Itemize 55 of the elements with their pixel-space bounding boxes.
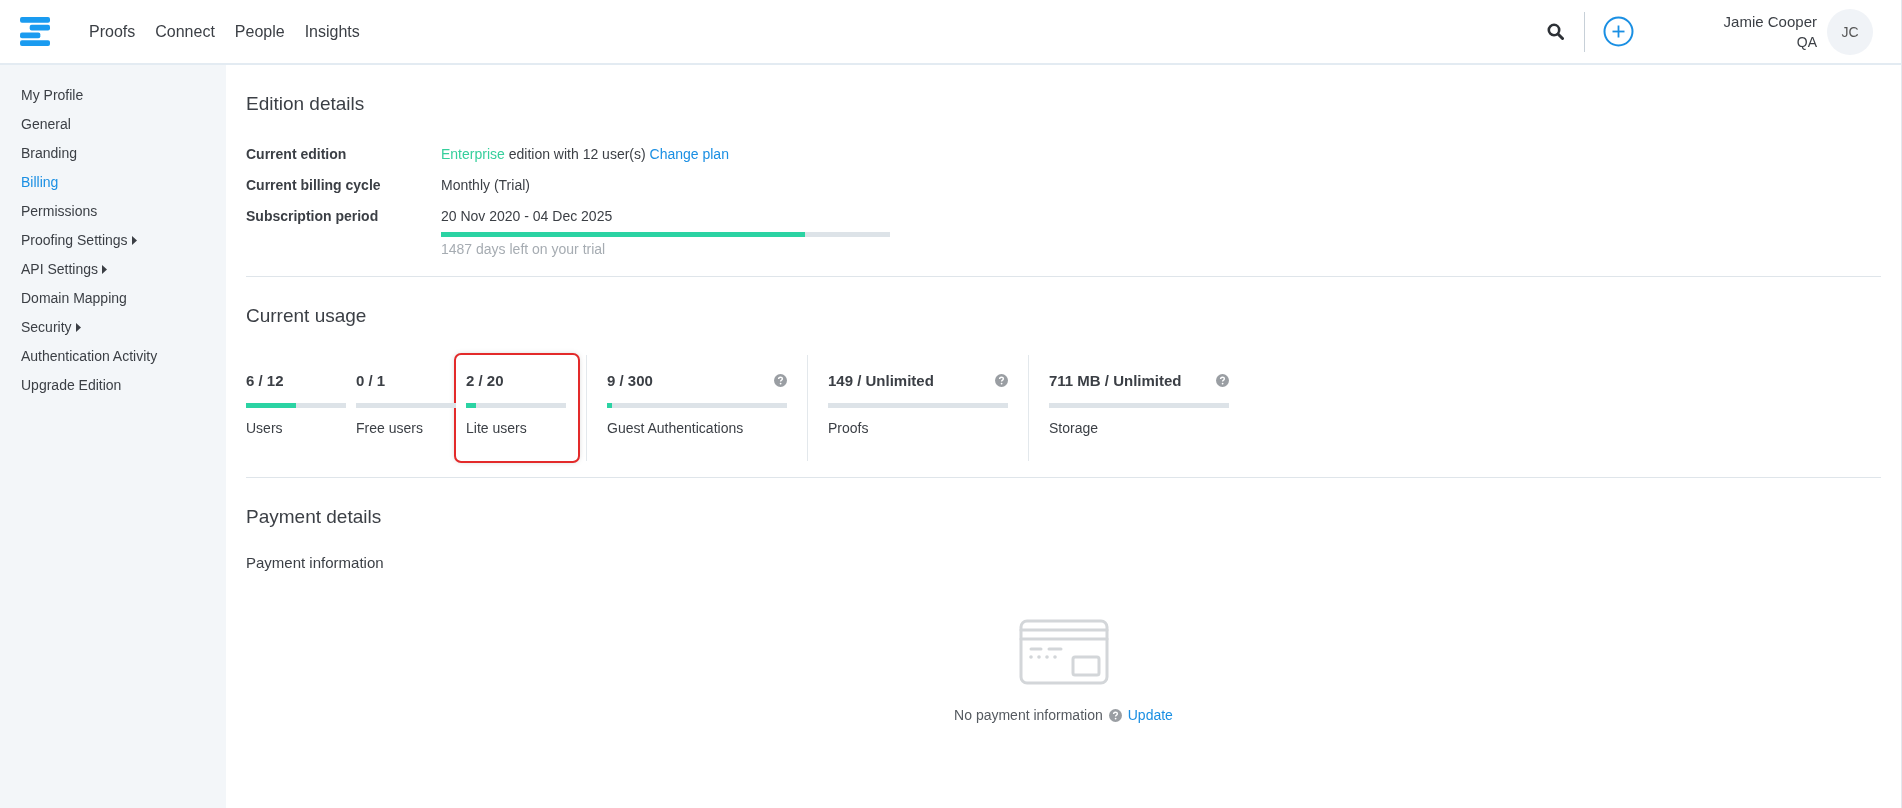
usage-label: Free users [356,420,424,436]
section-title: Current usage [246,304,368,328]
field-label: Current billing cycle [246,176,382,195]
sidebar-item[interactable]: My Profile [0,81,226,110]
credit-card-icon [1018,619,1109,685]
sidebar-item[interactable]: Upgrade Edition [0,371,226,400]
nav-link[interactable]: People [234,22,285,41]
user-avatar[interactable]: JC [1827,8,1873,55]
usage-value: 2 / 20 [466,371,504,389]
trial-caption: 1487 days left on your trial [441,240,607,259]
usage-value: 0 / 1 [356,371,386,389]
help-icon[interactable] [1216,373,1229,387]
sidebar-item[interactable]: Branding [0,139,226,168]
usage-label: Users [246,420,284,436]
sidebar-item[interactable]: Proofing Settings [0,226,226,255]
logo-icon[interactable] [20,17,51,46]
sidebar-item[interactable]: General [0,110,226,139]
usage-value: 711 MB / Unlimited [1049,371,1182,389]
usage-value: 149 / Unlimited [828,371,934,389]
field-label: Current edition [246,145,348,164]
sidebar-item[interactable]: Permissions [0,197,226,226]
usage-value: 6 / 12 [246,371,284,389]
sidebar-item[interactable]: Security [0,313,226,342]
help-icon[interactable] [1108,708,1122,722]
change-plan-link[interactable]: Change plan [649,146,729,162]
section-title: Payment details [246,505,383,529]
help-icon[interactable] [995,373,1008,387]
caret-icon [102,265,108,274]
usage-label: Lite users [466,420,528,436]
nav-link[interactable]: Proofs [89,22,136,41]
search-icon[interactable] [1546,23,1564,40]
caret-icon [75,323,81,332]
nav-link[interactable]: Insights [304,22,360,41]
field-label: Subscription period [246,207,380,226]
usage-label: Proofs [828,420,870,436]
section-title: Edition details [246,92,366,116]
caret-icon [131,236,137,245]
usage-value: 9 / 300 [607,371,653,389]
sidebar-item[interactable]: Domain Mapping [0,284,226,313]
section-subtitle: Payment information [246,554,385,571]
add-icon[interactable] [1602,16,1634,47]
user-name: Jamie Cooper [1723,11,1817,32]
edition-name: Enterprise [441,146,505,162]
field-value: edition with 12 user(s) [508,146,646,162]
field-value: 20 Nov 2020 - 04 Dec 2025 [441,208,613,224]
empty-message: No payment information [954,707,1103,723]
help-icon[interactable] [774,373,787,387]
usage-label: Guest Authentications [607,420,745,436]
nav-link[interactable]: Connect [155,22,215,41]
update-link[interactable]: Update [1127,707,1173,723]
field-value: Monthly (Trial) [441,177,530,193]
user-role: QA [1796,32,1817,52]
sidebar-item[interactable]: Authentication Activity [0,342,226,371]
usage-label: Storage [1049,420,1100,436]
sidebar-item[interactable]: API Settings [0,255,226,284]
